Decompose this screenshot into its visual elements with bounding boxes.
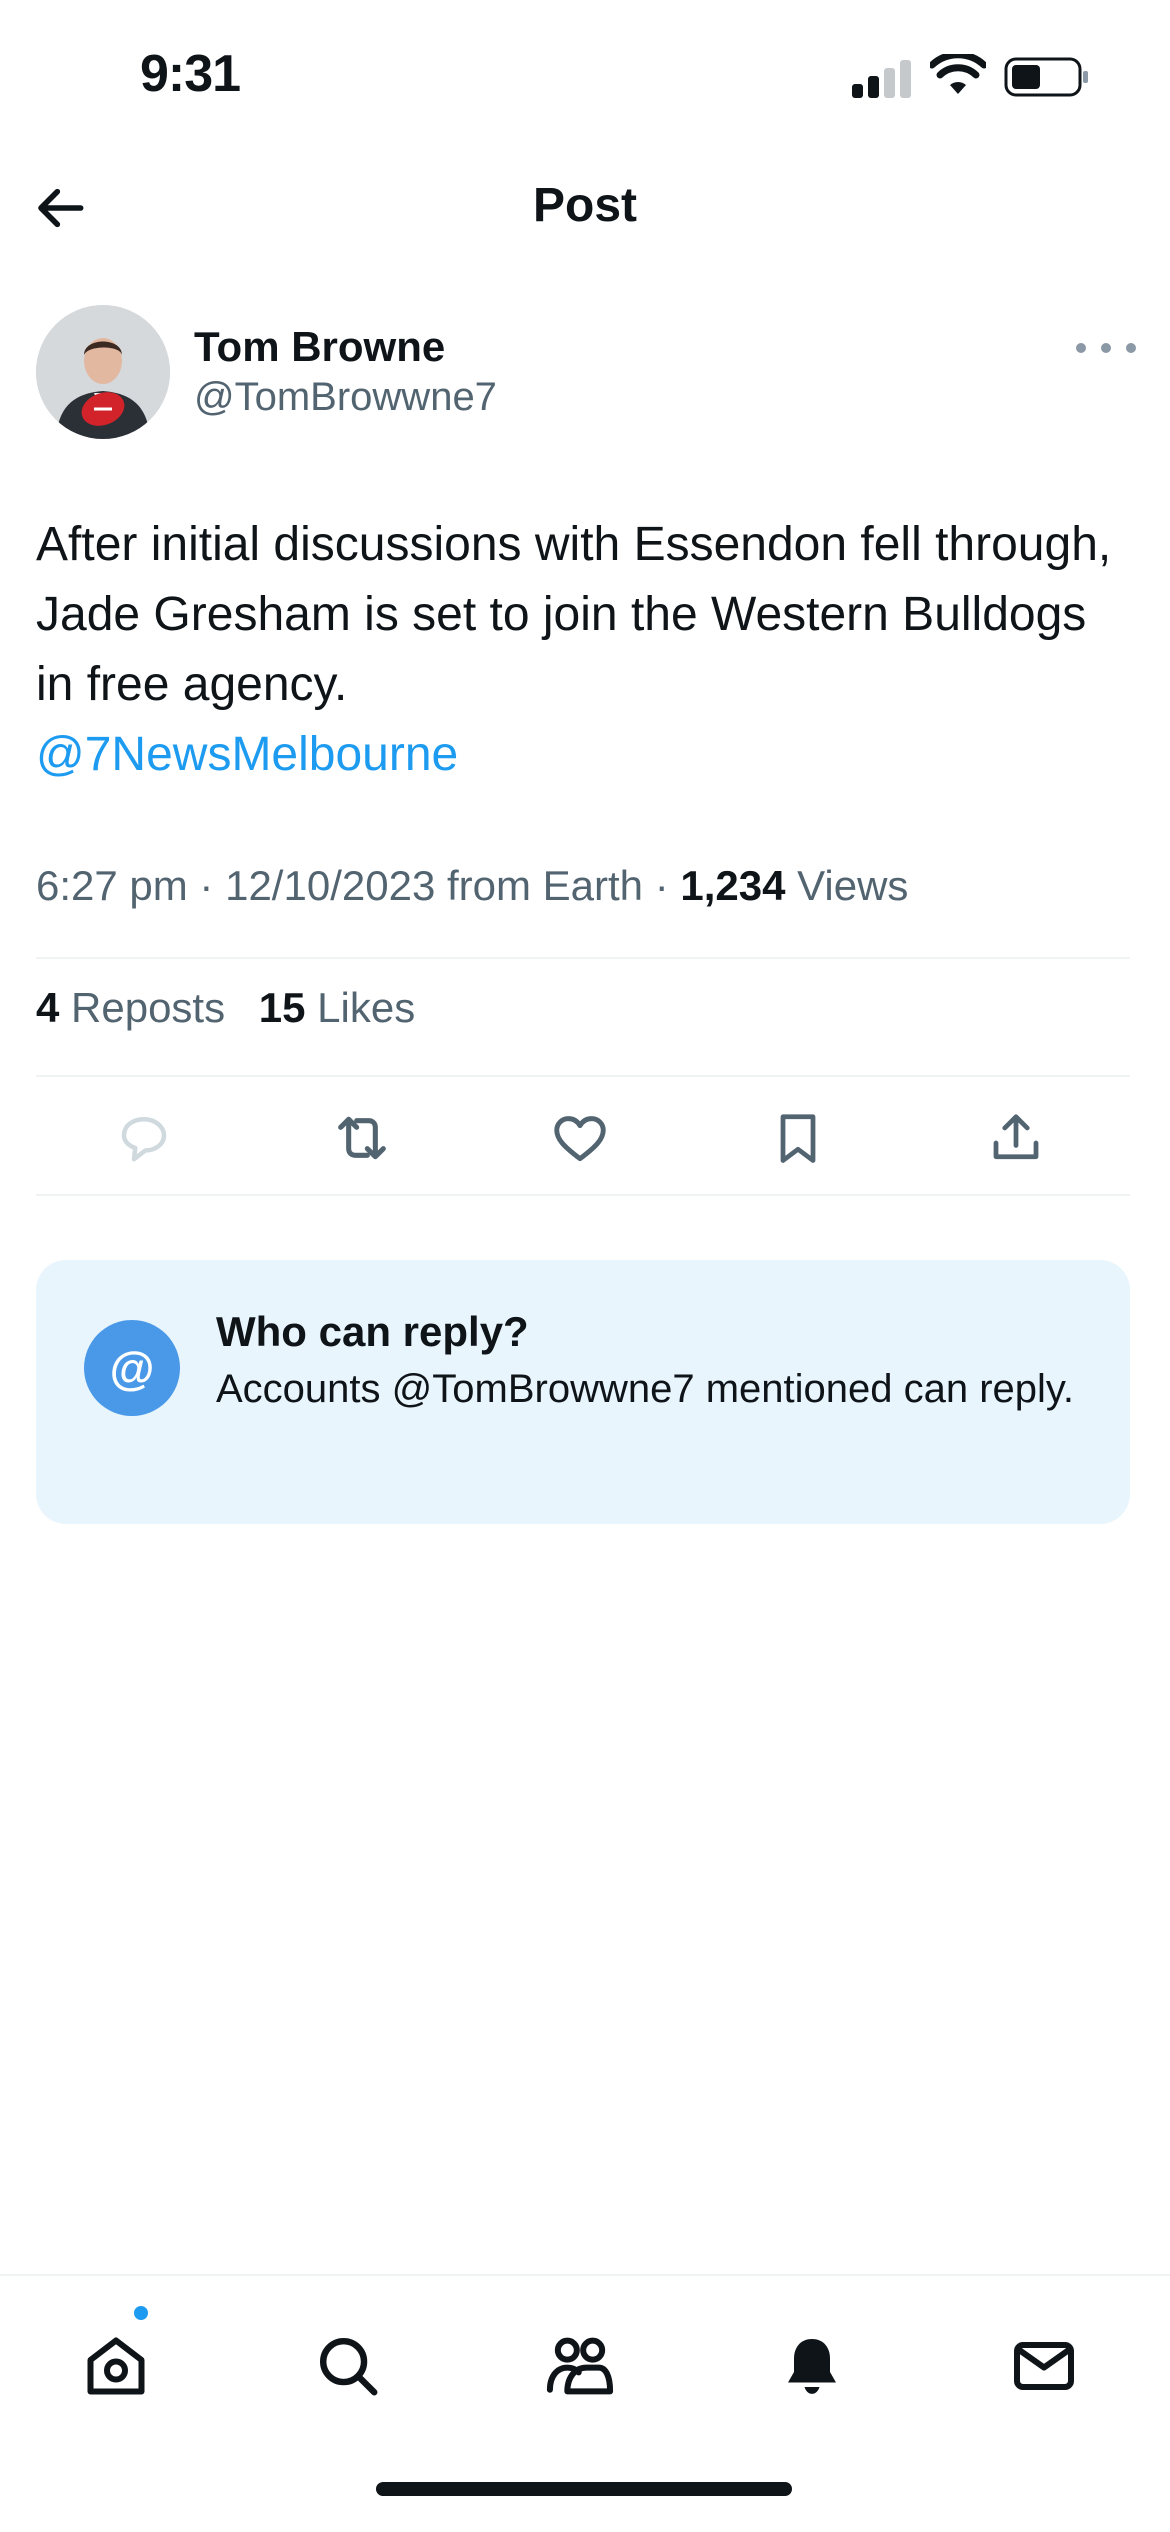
cellular-signal-icon — [852, 58, 912, 98]
mention-link[interactable]: @7NewsMelbourne — [36, 720, 1126, 790]
action-bar — [36, 1078, 1130, 1196]
nav-home[interactable] — [76, 2326, 156, 2406]
more-options-icon[interactable] — [1076, 333, 1136, 363]
reply-button[interactable] — [112, 1106, 176, 1170]
tweet-text: After initial discussions with Essendon … — [36, 510, 1126, 790]
reposts-count: 4 — [36, 984, 60, 1031]
who-can-reply-card: @ Who can reply? Accounts @TomBrowwne7 m… — [36, 1260, 1130, 1524]
divider — [36, 1075, 1130, 1077]
heart-icon — [554, 1116, 606, 1162]
nav-communities[interactable] — [540, 2326, 620, 2406]
engagement-stats: 4 Reposts 15 Likes — [36, 984, 437, 1032]
home-icon — [87, 2337, 145, 2395]
tweet-meta: 6:27 pm · 12/10/2023 from Earth · 1,234 … — [36, 862, 908, 910]
views-label[interactable]: Views — [785, 862, 908, 909]
reply-restriction-title: Who can reply? — [216, 1308, 529, 1355]
at-sign-icon: @ — [84, 1320, 180, 1416]
share-icon — [993, 1114, 1039, 1160]
wifi-icon — [928, 51, 988, 98]
reposts-stat[interactable]: 4 Reposts — [36, 984, 225, 1031]
reply-icon — [121, 1117, 167, 1162]
likes-label: Likes — [305, 984, 416, 1031]
bookmark-icon — [780, 1114, 816, 1163]
status-bar: 9:31 — [0, 0, 1170, 150]
likes-count: 15 — [258, 984, 306, 1031]
header: Post — [0, 150, 1170, 262]
likes-stat[interactable]: 15 Likes — [259, 984, 415, 1031]
notifications-icon — [788, 2339, 836, 2394]
tweet-source: from Earth — [435, 862, 644, 909]
author-handle[interactable]: @TomBrowwne7 — [194, 375, 497, 420]
communities-icon — [546, 2337, 614, 2395]
home-indicator[interactable] — [376, 2482, 792, 2496]
bookmark-button[interactable] — [766, 1106, 830, 1170]
share-button[interactable] — [984, 1106, 1048, 1170]
avatar[interactable] — [36, 305, 170, 439]
divider — [36, 957, 1130, 959]
nav-notifications[interactable] — [772, 2326, 852, 2406]
like-button[interactable] — [548, 1106, 612, 1170]
notification-dot — [132, 2304, 150, 2322]
messages-icon — [1014, 2342, 1074, 2390]
nav-messages[interactable] — [1004, 2326, 1084, 2406]
battery-icon — [1004, 56, 1090, 98]
reposts-label: Reposts — [59, 984, 226, 1031]
search-icon — [320, 2338, 378, 2396]
tweet-date: 12/10/2023 — [225, 862, 436, 909]
author-name[interactable]: Tom Browne — [194, 323, 445, 371]
author-row: Tom Browne @TomBrowwne7 — [36, 305, 1136, 445]
repost-icon — [338, 1116, 386, 1160]
meta-separator: · — [643, 862, 681, 909]
repost-button[interactable] — [330, 1106, 394, 1170]
divider — [36, 1194, 1130, 1196]
tweet-body: After initial discussions with Essendon … — [36, 518, 1112, 711]
nav-search[interactable] — [308, 2326, 388, 2406]
tweet-time: 6:27 pm — [36, 862, 188, 909]
status-time: 9:31 — [140, 45, 241, 103]
reply-restriction-description: Accounts @TomBrowwne7 mentioned can repl… — [216, 1367, 1075, 1411]
meta-separator: · — [187, 862, 226, 909]
page-title: Post — [532, 179, 637, 232]
views-count[interactable]: 1,234 — [680, 862, 785, 909]
